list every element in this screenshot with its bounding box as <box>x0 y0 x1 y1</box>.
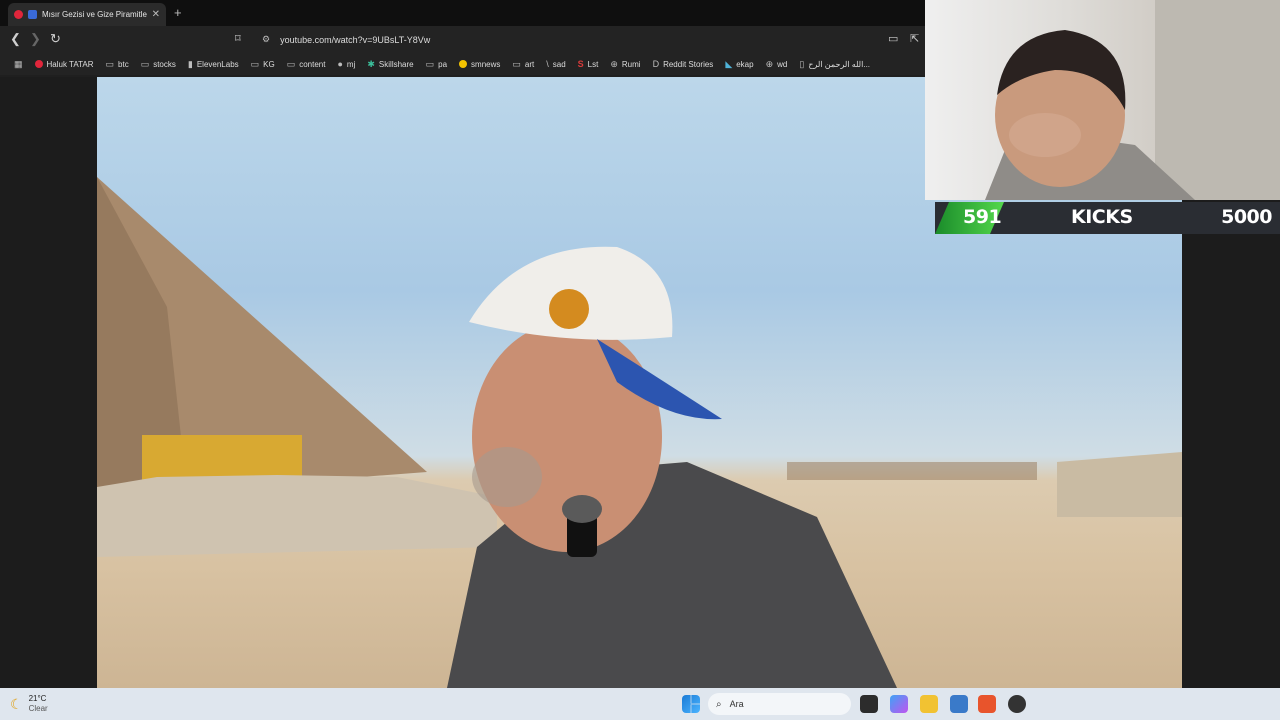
close-tab-icon[interactable]: ✕ <box>152 9 160 20</box>
smiley-icon <box>459 60 468 68</box>
search-icon: ⌕ <box>716 698 722 710</box>
slash-icon: \ <box>546 59 549 69</box>
bookmark-item[interactable]: S Lst <box>572 55 605 73</box>
bird-icon: ◣ <box>725 58 733 69</box>
bookmark-icon[interactable]: ⌑ <box>235 32 241 46</box>
bookmark-item[interactable]: ▭ stocks <box>135 55 182 73</box>
bookmark-item[interactable]: ▯ الله الرحمن الرح... <box>793 55 876 73</box>
globe-icon: ⊕ <box>765 58 774 69</box>
navigation-bar: ❮ ❯ ↻ ⌑ ⚙ youtube.com/watch?v=9UBsLT-Y8V… <box>0 26 925 53</box>
tab-title: Mısır Gezisi ve Gize Piramitleri <box>42 10 147 19</box>
bookmark-item[interactable]: ✱ Skillshare <box>361 55 419 73</box>
flag-icon <box>28 10 37 19</box>
folder-icon: ▭ <box>425 58 435 69</box>
forward-button[interactable]: ❯ <box>30 32 41 46</box>
address-bar[interactable]: ⚙ youtube.com/watch?v=9UBsLT-Y8Vw <box>254 29 924 50</box>
bookmark-item[interactable]: Haluk TATAR <box>29 55 100 73</box>
taskbar: ☾ 21°C Clear ⌕ Ara <box>0 688 1280 720</box>
reload-button[interactable]: ↻ <box>50 32 61 46</box>
file-explorer-icon[interactable] <box>920 695 938 713</box>
folder-icon: ▭ <box>286 58 296 69</box>
search-placeholder: Ara <box>729 699 744 709</box>
bookmarks-bar: ▦ Haluk TATAR ▭ btc ▭ stocks ▮ ElevenLabs ▭… <box>0 53 925 75</box>
moon-icon: ☾ <box>10 696 23 712</box>
folder-icon: ▭ <box>140 58 150 69</box>
brave-browser-icon[interactable] <box>978 695 996 713</box>
bookmark-item[interactable]: \ sad <box>540 55 571 73</box>
stone-wall <box>97 475 497 557</box>
weather-desc: Clear <box>28 704 48 713</box>
bookmark-item[interactable]: ▭ art <box>506 55 540 73</box>
snipping-tool-icon[interactable] <box>950 695 968 713</box>
apps-icon[interactable]: ▦ <box>8 55 29 73</box>
elevenlabs-icon: ▮ <box>187 58 193 69</box>
goal-label: KICKS <box>1071 206 1133 228</box>
windows-start-icon[interactable] <box>682 695 700 713</box>
bookmark-item[interactable]: smnews <box>453 55 506 73</box>
url-text: youtube.com/watch?v=9UBsLT-Y8Vw <box>280 34 431 45</box>
goal-target: 5000 <box>1221 206 1272 228</box>
tab-strip: Mısır Gezisi ve Gize Piramitleri ✕ + <box>0 0 925 26</box>
bookmark-item[interactable]: ⊕ wd <box>760 55 794 73</box>
new-tab-button[interactable]: + <box>174 5 182 20</box>
skillshare-icon: ✱ <box>367 58 375 69</box>
site-settings-icon[interactable]: ⚙ <box>262 34 270 45</box>
task-view-icon[interactable] <box>860 695 878 713</box>
bookmark-item[interactable]: ● mj <box>331 55 361 73</box>
bookmark-item[interactable]: ▭ pa <box>420 55 453 73</box>
book-icon: ▯ <box>799 58 805 69</box>
bookmark-item[interactable]: ⊕ Rumi <box>604 55 646 73</box>
back-button[interactable]: ❮ <box>10 32 21 46</box>
youtube-icon <box>34 60 43 68</box>
cast-icon[interactable]: ▭ <box>888 32 898 46</box>
youtube-icon <box>14 10 23 19</box>
webcam-overlay <box>925 0 1280 200</box>
bookmark-item[interactable]: ▮ ElevenLabs <box>182 55 245 73</box>
share-icon[interactable]: ⇱ <box>910 32 919 46</box>
folder-icon: ▭ <box>250 58 260 69</box>
goal-current: 591 <box>963 206 1002 228</box>
d-icon: D <box>652 59 660 69</box>
copilot-icon[interactable] <box>890 695 908 713</box>
bookmark-item[interactable]: ◣ ekap <box>719 55 759 73</box>
bookmark-item[interactable]: ▭ content <box>281 55 332 73</box>
tab-active[interactable]: Mısır Gezisi ve Gize Piramitleri ✕ <box>8 3 166 26</box>
bookmark-item[interactable]: D Reddit Stories <box>647 55 720 73</box>
globe-icon: ⊕ <box>610 58 618 69</box>
obs-icon[interactable] <box>1008 695 1026 713</box>
bookmark-item[interactable]: ▭ KG <box>245 55 281 73</box>
kicks-goal-bar: 591 KICKS 5000 <box>935 202 1280 234</box>
github-icon: ● <box>337 59 343 69</box>
folder-icon: ▭ <box>512 58 521 69</box>
s-icon: S <box>577 59 584 69</box>
webcam-frame <box>985 0 1280 200</box>
taskbar-search[interactable]: ⌕ Ara <box>708 693 851 715</box>
weather-temp: 21°C <box>28 694 47 703</box>
folder-icon: ▭ <box>105 58 115 69</box>
bookmark-item[interactable]: ▭ btc <box>100 55 135 73</box>
browser-window: Mısır Gezisi ve Gize Piramitleri ✕ + ❮ ❯… <box>0 0 925 77</box>
weather-widget[interactable]: ☾ 21°C Clear <box>10 694 48 714</box>
